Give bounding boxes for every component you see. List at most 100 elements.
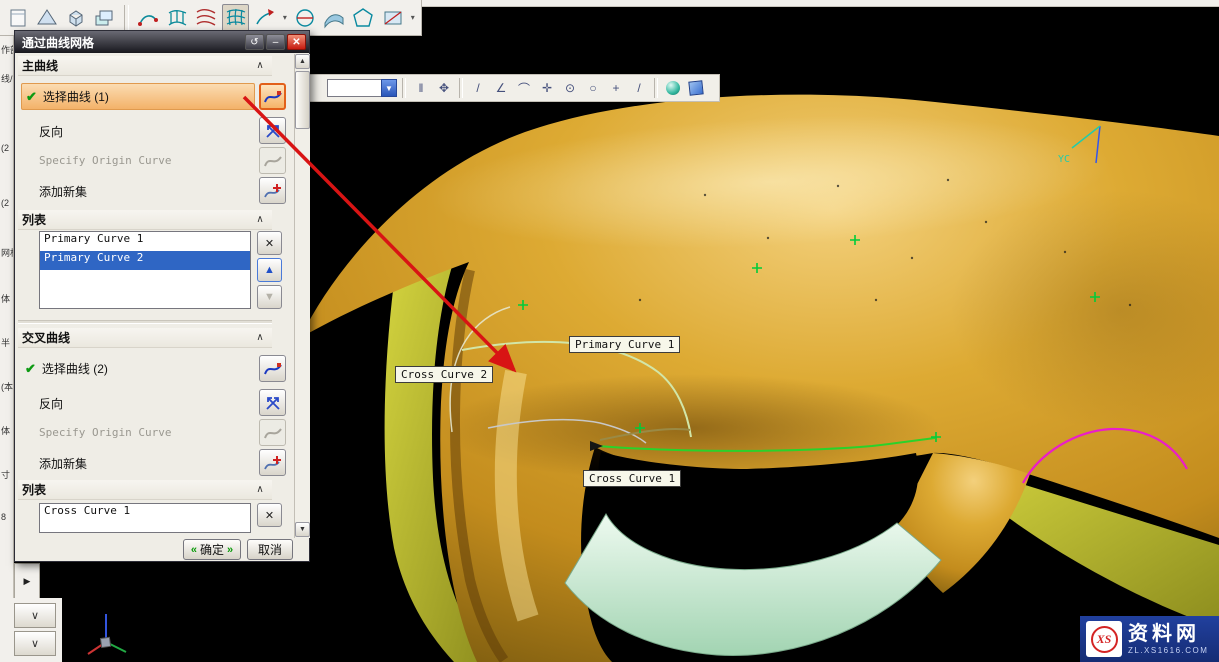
origin-curve-icon bbox=[263, 151, 283, 171]
new-part-icon[interactable] bbox=[4, 4, 31, 32]
section-surface-icon[interactable] bbox=[291, 4, 318, 32]
selection-filter-value[interactable] bbox=[327, 79, 381, 97]
check-icon: ✔ bbox=[26, 89, 37, 105]
selection-bar-separator bbox=[654, 78, 658, 98]
list-item-selected[interactable]: Primary Curve 2 bbox=[40, 251, 250, 270]
swept-surface-icon[interactable] bbox=[251, 4, 278, 32]
n-sided-surface-icon[interactable] bbox=[350, 4, 377, 32]
application-window: YC Primary Curve 1 Cross Curve 2 Cross C… bbox=[0, 0, 1219, 662]
primary-list-delete-button[interactable]: ✕ bbox=[257, 231, 282, 255]
studio-surface-icon[interactable] bbox=[320, 4, 347, 32]
collapse-icon[interactable]: ∧ bbox=[252, 484, 268, 495]
ok-arrow-left-icon: « bbox=[191, 544, 197, 556]
midpoint-snap-icon[interactable]: ∠ bbox=[491, 78, 511, 98]
cross-section-header[interactable]: 交叉曲线 ∧ bbox=[18, 328, 272, 348]
clipped-text: 线/ bbox=[1, 72, 14, 85]
cancel-button[interactable]: 取消 bbox=[247, 539, 293, 560]
watermark-logo-text: XS bbox=[1091, 626, 1118, 653]
cross-curve-list[interactable]: Cross Curve 1 bbox=[39, 503, 251, 533]
triad-axis-label: YC bbox=[1058, 154, 1070, 165]
clipped-text: 寸 bbox=[1, 468, 14, 481]
cross-list-title: 列表 bbox=[22, 481, 252, 498]
through-curve-mesh-icon[interactable] bbox=[222, 4, 249, 32]
docked-flyout-button[interactable]: ▶ bbox=[14, 563, 40, 600]
list-item[interactable]: Cross Curve 1 bbox=[40, 504, 250, 523]
datum-plane-icon[interactable] bbox=[33, 4, 60, 32]
cross-origin-button bbox=[259, 419, 286, 446]
toolbar-overflow-button-2[interactable]: ∨ bbox=[14, 631, 56, 656]
origin-curve-icon bbox=[263, 423, 283, 443]
primary-origin-label: Specify Origin Curve bbox=[39, 154, 171, 167]
primary-list-title: 列表 bbox=[22, 211, 252, 228]
point-snap-icon[interactable]: + bbox=[606, 78, 626, 98]
clipped-text: 半 bbox=[1, 336, 14, 349]
reverse-direction-icon bbox=[263, 121, 283, 141]
primary-reverse-button[interactable] bbox=[259, 117, 286, 144]
selection-bar-separator bbox=[459, 78, 463, 98]
cross-select-curve-button[interactable] bbox=[259, 355, 286, 382]
intersection-snap-icon[interactable]: ✛ bbox=[537, 78, 557, 98]
selection-filter-combo[interactable]: ▼ bbox=[327, 79, 397, 97]
toolbar-overflow-button-1[interactable]: ∨ bbox=[14, 603, 56, 628]
dialog-titlebar[interactable]: 通过曲线网格 ↺ – ✕ bbox=[15, 31, 309, 53]
scroll-down-button[interactable]: ▼ bbox=[295, 522, 310, 537]
section-separator bbox=[18, 320, 272, 324]
primary-select-curve-row[interactable]: ✔ 选择曲线 (1) bbox=[21, 83, 255, 110]
ok-button-label: 确定 bbox=[200, 541, 224, 558]
arc-snap-icon[interactable]: ⌒ bbox=[514, 78, 534, 98]
four-point-surface-icon[interactable] bbox=[134, 4, 161, 32]
primary-section-header[interactable]: 主曲线 ∧ bbox=[18, 56, 272, 76]
scroll-up-button[interactable]: ▲ bbox=[295, 54, 310, 69]
ok-button[interactable]: « 确定 » bbox=[183, 539, 241, 560]
toolbar-dropdown-icon-2[interactable]: ▾ bbox=[408, 13, 417, 22]
cube-icon[interactable] bbox=[686, 78, 706, 98]
toolbar-overflow-area: ∨ ∨ bbox=[0, 598, 62, 662]
scrollbar-thumb[interactable] bbox=[295, 71, 310, 129]
cross-list-header[interactable]: 列表 ∧ bbox=[18, 480, 272, 500]
primary-list-header[interactable]: 列表 ∧ bbox=[18, 210, 272, 230]
add-new-set-icon bbox=[263, 453, 283, 473]
quadrant-snap-icon[interactable]: ○ bbox=[583, 78, 603, 98]
curve-label-primary-1: Primary Curve 1 bbox=[569, 336, 680, 353]
dialog-minimize-button[interactable]: – bbox=[266, 34, 285, 50]
clipped-text: 8 bbox=[1, 512, 14, 522]
bounded-plane-icon[interactable] bbox=[379, 4, 406, 32]
endpoint-snap-icon[interactable]: / bbox=[468, 78, 488, 98]
curve-label-cross-1: Cross Curve 1 bbox=[583, 470, 681, 487]
dropdown-arrow-icon[interactable]: ▼ bbox=[381, 79, 397, 97]
sheet-stack-icon[interactable] bbox=[92, 4, 119, 32]
primary-add-set-button[interactable] bbox=[259, 177, 286, 204]
cross-add-set-button[interactable] bbox=[259, 449, 286, 476]
clipped-text: (本 bbox=[1, 380, 14, 393]
collapse-icon[interactable]: ∧ bbox=[252, 332, 268, 343]
through-curves-icon[interactable] bbox=[193, 4, 220, 32]
list-item[interactable]: Primary Curve 1 bbox=[40, 232, 250, 251]
curve-icon bbox=[263, 359, 283, 379]
add-new-set-icon bbox=[263, 181, 283, 201]
collapse-icon[interactable]: ∧ bbox=[252, 60, 268, 71]
dialog-reset-button[interactable]: ↺ bbox=[245, 34, 264, 50]
cross-list-delete-button[interactable]: ✕ bbox=[257, 503, 282, 527]
collapse-icon[interactable]: ∧ bbox=[252, 214, 268, 225]
check-icon: ✔ bbox=[25, 361, 36, 377]
clipped-text: 网格 bbox=[1, 246, 14, 259]
crosshair-move-icon[interactable]: ✥ bbox=[434, 78, 454, 98]
dialog-scrollbar[interactable]: ▲ ▼ bbox=[294, 54, 310, 538]
primary-select-curve-button[interactable] bbox=[259, 83, 286, 110]
sphere-icon[interactable] bbox=[663, 78, 683, 98]
cross-select-curve-row[interactable]: ✔ 选择曲线 (2) bbox=[21, 355, 255, 382]
ruled-surface-icon[interactable] bbox=[163, 4, 190, 32]
ok-arrow-right-icon: » bbox=[227, 544, 233, 556]
toolbar-dropdown-icon[interactable]: ▾ bbox=[280, 13, 289, 22]
work-part-filter-icon[interactable]: ‖ bbox=[411, 78, 431, 98]
curve-label-cross-2: Cross Curve 2 bbox=[395, 366, 493, 383]
dialog-close-button[interactable]: ✕ bbox=[287, 34, 306, 50]
cross-reverse-button[interactable] bbox=[259, 389, 286, 416]
point-on-curve-snap-icon[interactable]: / bbox=[629, 78, 649, 98]
clipped-text: 体 bbox=[1, 424, 14, 437]
primary-list-move-up-button[interactable]: ▲ bbox=[257, 258, 282, 282]
extrude-icon[interactable] bbox=[63, 4, 90, 32]
center-snap-icon[interactable]: ⊙ bbox=[560, 78, 580, 98]
watermark-site-name: 资料网 bbox=[1128, 623, 1208, 645]
primary-curve-list[interactable]: Primary Curve 1 Primary Curve 2 bbox=[39, 231, 251, 309]
